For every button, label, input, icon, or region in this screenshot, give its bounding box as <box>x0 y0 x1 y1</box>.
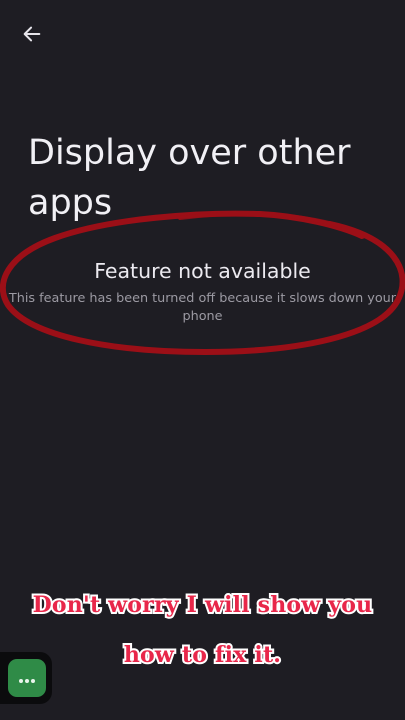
feature-unavailable-heading: Feature not available <box>94 259 311 283</box>
chat-dots-icon <box>18 669 36 688</box>
caption-line-1: Don't worry I will show you <box>31 590 374 620</box>
arrow-left-icon <box>21 23 43 49</box>
floating-chat-button[interactable] <box>0 652 52 704</box>
feature-unavailable-description: This feature has been turned off because… <box>8 291 397 324</box>
chat-bubble <box>8 659 46 697</box>
back-button[interactable] <box>14 18 50 54</box>
caption-line-2: how to fix it. <box>122 640 283 670</box>
page-title: Display over other apps <box>28 133 351 223</box>
